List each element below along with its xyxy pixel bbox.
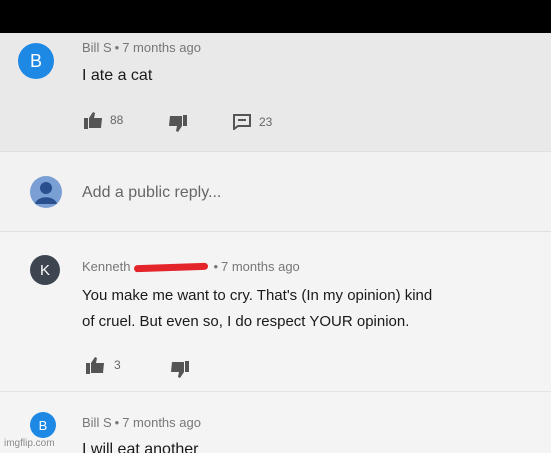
comment-text-line-1: You make me want to cry. That's (In my o… [82,287,433,304]
thumbs-down-icon [171,361,189,378]
comment-text: I will eat another [82,441,199,453]
reply-count: 23 [259,115,273,129]
comment-text: I ate a cat [82,67,153,84]
comment-thread-bill-1: B Bill S • 7 months ago I ate a cat 88 23 [0,33,551,151]
avatar-letter: B [38,417,48,433]
avatar[interactable]: K [30,255,60,285]
avatar-letter: B [29,50,42,71]
user-silhouette-icon [35,182,57,204]
replies-button[interactable]: 23 [233,114,272,130]
like-count: 88 [110,113,124,127]
top-black-bar [0,0,551,33]
comment-text-line-2: of cruel. But even so, I do respect YOUR… [82,313,410,330]
comment-meta: Bill S • 7 months ago [82,40,201,55]
redaction-mark [134,262,209,273]
avatar[interactable]: B [18,43,54,79]
like-count: 3 [114,358,121,372]
dislike-button[interactable] [167,115,187,133]
separator-dot: • [114,40,120,55]
reply-input[interactable]: Add a public reply... [82,184,221,202]
comment-author[interactable]: Kenneth [82,259,130,274]
comment-icon [233,114,251,130]
dislike-button[interactable] [169,361,189,379]
avatar[interactable]: B [30,412,56,438]
comment-thread-kenneth: K Kenneth • 7 months ago You make me want … [0,231,551,391]
thumbs-down-icon [169,115,187,132]
comment-time[interactable]: 7 months ago [122,40,201,55]
avatar-letter: K [39,261,50,279]
separator-dot: • [114,415,120,430]
like-button[interactable]: 88 [84,111,123,129]
comment-thread-bill-2: B Bill S • 7 months ago I will eat another [0,391,551,453]
reply-box: Add a public reply... [0,151,551,231]
thumbs-up-icon [84,112,102,129]
comment-author[interactable]: Bill S [82,40,112,55]
watermark: imgflip.com [4,438,55,449]
comment-time[interactable]: 7 months ago [221,259,300,274]
comment-meta: Kenneth • 7 months ago [82,259,300,274]
comment-meta: Bill S • 7 months ago [82,415,201,430]
comment-time[interactable]: 7 months ago [122,415,201,430]
user-avatar [30,176,62,208]
thumbs-up-icon [86,357,104,374]
separator-dot: • [213,259,218,274]
like-button[interactable]: 3 [86,356,121,374]
comment-author[interactable]: Bill S [82,415,112,430]
